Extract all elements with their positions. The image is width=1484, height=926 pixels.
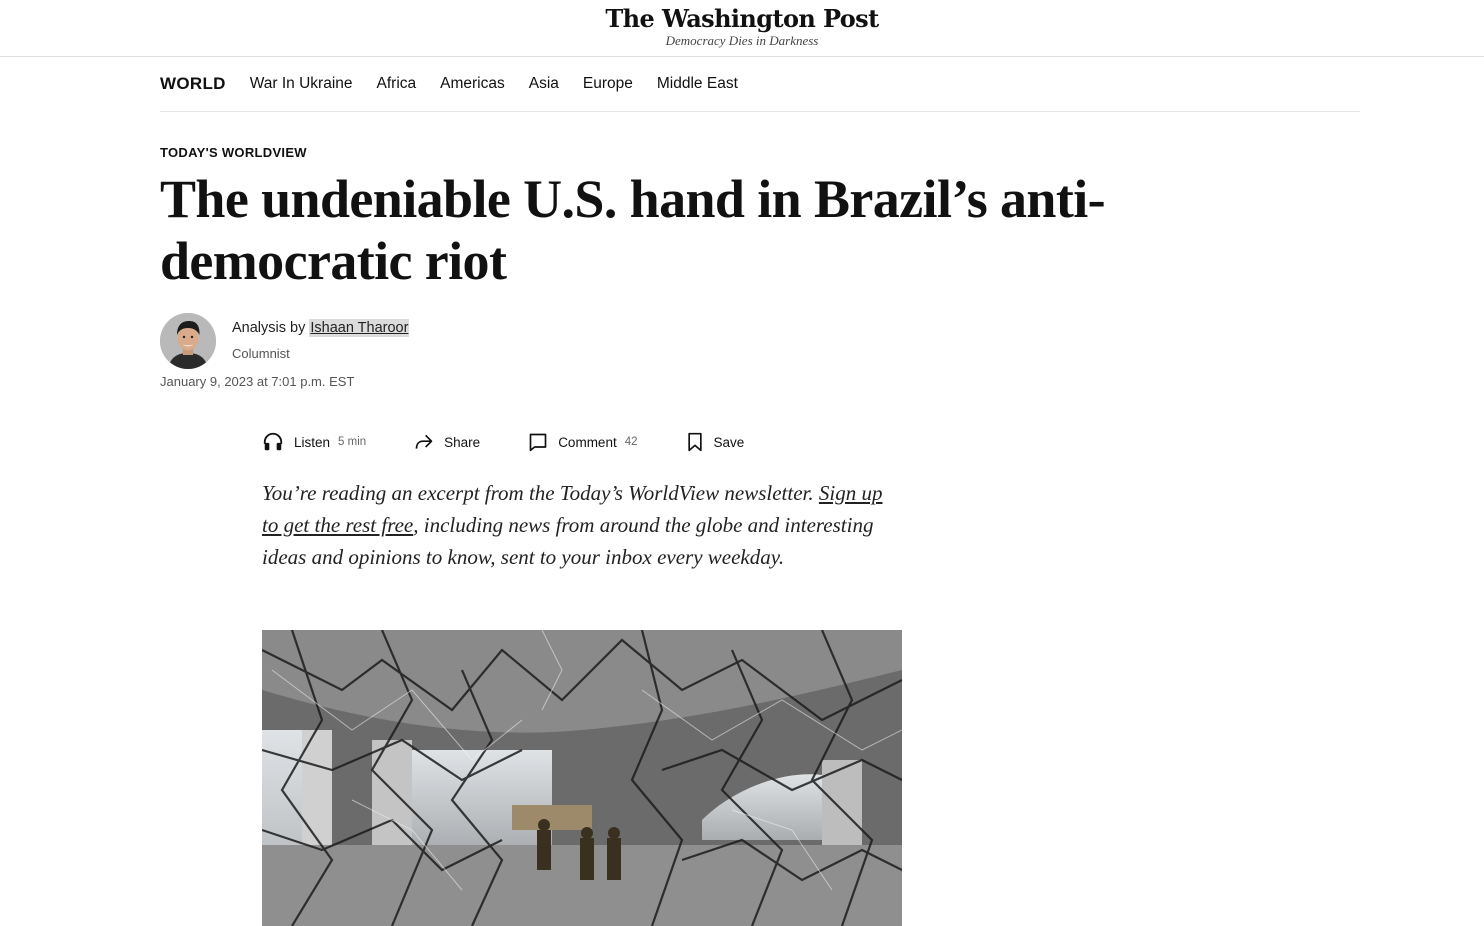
share-label: Share	[444, 434, 481, 450]
byline-prefix: Analysis by	[232, 320, 306, 336]
intro-lead: You’re reading an excerpt from the Today…	[262, 481, 819, 505]
bookmark-icon	[687, 432, 702, 452]
article-kicker[interactable]: TODAY'S WORLDVIEW	[160, 145, 307, 160]
share-arrow-icon	[415, 434, 433, 449]
shattered-glass-photo	[262, 630, 902, 926]
article-headline: The undeniable U.S. hand in Brazil’s ant…	[160, 169, 1106, 291]
save-button[interactable]: Save	[686, 432, 745, 452]
author-role: Columnist	[232, 346, 290, 361]
share-button[interactable]: Share	[414, 432, 480, 452]
lead-photo[interactable]	[262, 630, 902, 926]
save-label: Save	[713, 434, 745, 450]
nav-link-europe[interactable]: Europe	[583, 75, 633, 93]
site-tagline: Democracy Dies in Darkness	[665, 33, 819, 48]
nav-link-war-in-ukraine[interactable]: War In Ukraine	[250, 75, 353, 93]
comment-count: 42	[624, 436, 638, 448]
comment-button[interactable]: Comment 42	[528, 432, 638, 452]
byline: Analysis by Ishaan Tharoor	[232, 319, 410, 337]
headphones-icon	[263, 432, 283, 451]
nav-link-africa[interactable]: Africa	[377, 75, 417, 93]
article-toolbar: Listen 5 min Share Comment 42 Save	[262, 428, 792, 456]
comment-bubble-icon	[529, 433, 547, 452]
nav-link-middle-east[interactable]: Middle East	[657, 75, 738, 93]
author-portrait-image	[160, 313, 216, 369]
site-logo[interactable]: The Washington Post	[0, 4, 1484, 33]
listen-duration: 5 min	[338, 436, 367, 448]
nav-link-asia[interactable]: Asia	[529, 75, 559, 93]
author-avatar[interactable]	[160, 313, 216, 369]
listen-button[interactable]: Listen 5 min	[262, 431, 366, 453]
masthead: The Washington Post Democracy Dies in Da…	[0, 0, 1484, 57]
publish-date: January 9, 2023 at 7:01 p.m. EST	[160, 374, 355, 389]
listen-label: Listen	[294, 434, 331, 450]
comment-label: Comment	[558, 434, 617, 450]
newsletter-intro: You’re reading an excerpt from the Today…	[262, 477, 902, 573]
section-nav: WORLD War In Ukraine Africa Americas Asi…	[160, 57, 1360, 112]
nav-link-americas[interactable]: Americas	[440, 75, 505, 93]
author-name-link[interactable]: Ishaan Tharoor	[309, 319, 410, 337]
section-title-world[interactable]: WORLD	[160, 74, 226, 94]
